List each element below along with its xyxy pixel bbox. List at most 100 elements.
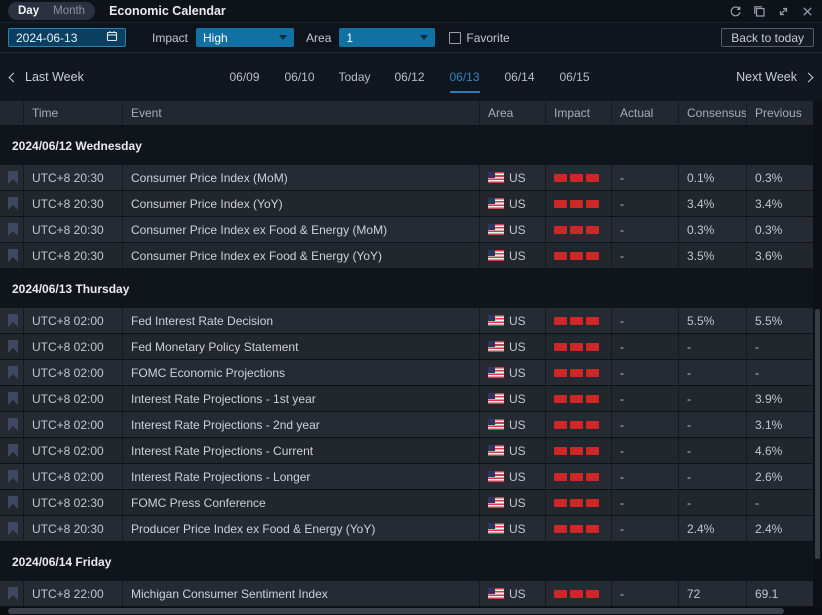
table-row[interactable]: UTC+8 02:30FOMC Press ConferenceUS--- — [0, 490, 813, 516]
bookmark-icon[interactable] — [8, 340, 18, 353]
table-row[interactable]: UTC+8 20:30Producer Price Index ex Food … — [0, 516, 813, 542]
bookmark-icon[interactable] — [8, 587, 18, 600]
impact-bar-icon — [554, 421, 567, 429]
impact-bar-icon — [570, 473, 583, 481]
table-row[interactable]: UTC+8 02:00Fed Interest Rate DecisionUS-… — [0, 308, 813, 334]
row-actual: - — [612, 438, 679, 463]
favorite-checkbox[interactable] — [449, 32, 461, 44]
week-day-06-09[interactable]: 06/09 — [217, 53, 272, 101]
vertical-scrollbar-thumb[interactable] — [815, 309, 820, 559]
week-day-06-15[interactable]: 06/15 — [547, 53, 602, 101]
row-time: UTC+8 20:30 — [24, 191, 123, 216]
header-area: Area — [480, 101, 546, 125]
row-actual: - — [612, 490, 679, 515]
week-day-today[interactable]: Today — [327, 53, 382, 101]
next-week-button[interactable]: Next Week — [736, 70, 812, 84]
row-time: UTC+8 22:00 — [24, 581, 123, 606]
week-day-06-12[interactable]: 06/12 — [382, 53, 437, 101]
bookmark-icon[interactable] — [8, 171, 18, 184]
favorite-label: Favorite — [466, 31, 509, 45]
table-row[interactable]: UTC+8 20:30Consumer Price Index ex Food … — [0, 243, 813, 269]
impact-bar-icon — [570, 200, 583, 208]
impact-select[interactable]: High — [196, 28, 294, 47]
row-time: UTC+8 20:30 — [24, 516, 123, 541]
table-row[interactable]: UTC+8 02:00Fed Monetary Policy Statement… — [0, 334, 813, 360]
tab-day[interactable]: Day — [18, 5, 39, 17]
week-day-06-13[interactable]: 06/13 — [437, 53, 492, 101]
row-consensus: - — [679, 464, 747, 489]
bookmark-icon[interactable] — [8, 366, 18, 379]
row-previous: 2.6% — [747, 464, 813, 489]
week-day-06-14[interactable]: 06/14 — [492, 53, 547, 101]
row-actual: - — [612, 360, 679, 385]
area-value: 1 — [346, 31, 353, 45]
table-row[interactable]: UTC+8 02:00Interest Rate Projections - 2… — [0, 412, 813, 438]
expand-icon[interactable] — [777, 5, 790, 18]
impact-bar-icon — [586, 525, 599, 533]
table-row[interactable]: UTC+8 20:30Consumer Price Index (MoM)US-… — [0, 165, 813, 191]
impact-bar-icon — [570, 174, 583, 182]
bookmark-icon[interactable] — [8, 444, 18, 457]
impact-bar-icon — [586, 395, 599, 403]
close-icon[interactable] — [801, 5, 814, 18]
header-event: Event — [123, 101, 480, 125]
table-header-row: Time Event Area Impact Actual Consensus … — [0, 101, 813, 126]
week-day-06-10[interactable]: 06/10 — [272, 53, 327, 101]
table-row[interactable]: UTC+8 02:00Interest Rate Projections - L… — [0, 464, 813, 490]
row-event: FOMC Press Conference — [123, 490, 480, 515]
impact-bar-icon — [570, 525, 583, 533]
table-row[interactable]: UTC+8 02:00Interest Rate Projections - 1… — [0, 386, 813, 412]
impact-bar-icon — [554, 590, 567, 598]
table-row[interactable]: UTC+8 22:00Michigan Consumer Sentiment I… — [0, 581, 813, 607]
vertical-scrollbar[interactable] — [813, 126, 822, 607]
row-previous: 0.3% — [747, 165, 813, 190]
date-picker[interactable]: 2024-06-13 — [8, 28, 126, 47]
row-area: US — [480, 386, 546, 411]
row-impact — [546, 516, 612, 541]
section-date-header: 2024/06/14 Friday — [0, 542, 813, 581]
back-to-today-button[interactable]: Back to today — [721, 28, 814, 47]
row-actual: - — [612, 217, 679, 242]
row-area: US — [480, 412, 546, 437]
impact-bar-icon — [586, 590, 599, 598]
bookmark-icon[interactable] — [8, 496, 18, 509]
bookmark-icon[interactable] — [8, 418, 18, 431]
last-week-button[interactable]: Last Week — [10, 70, 84, 84]
bookmark-cell — [0, 308, 24, 333]
row-area: US — [480, 243, 546, 268]
impact-bar-icon — [554, 200, 567, 208]
bookmark-icon[interactable] — [8, 314, 18, 327]
bookmark-icon[interactable] — [8, 197, 18, 210]
bookmark-cell — [0, 464, 24, 489]
row-previous: - — [747, 490, 813, 515]
bookmark-icon[interactable] — [8, 249, 18, 262]
last-week-label: Last Week — [25, 70, 84, 84]
us-flag-icon — [488, 497, 504, 508]
horizontal-scrollbar-thumb[interactable] — [8, 608, 784, 614]
header-flag-column — [0, 101, 24, 125]
table-row[interactable]: UTC+8 20:30Consumer Price Index ex Food … — [0, 217, 813, 243]
us-flag-icon — [488, 419, 504, 430]
tab-month[interactable]: Month — [53, 5, 85, 17]
table-row[interactable]: UTC+8 02:00Interest Rate Projections - C… — [0, 438, 813, 464]
table-row[interactable]: UTC+8 20:30Consumer Price Index (YoY)US-… — [0, 191, 813, 217]
table-row[interactable]: UTC+8 02:00FOMC Economic ProjectionsUS--… — [0, 360, 813, 386]
us-flag-icon — [488, 367, 504, 378]
row-consensus: - — [679, 334, 747, 359]
row-consensus: - — [679, 386, 747, 411]
bookmark-icon[interactable] — [8, 522, 18, 535]
row-previous: 3.4% — [747, 191, 813, 216]
bookmark-icon[interactable] — [8, 392, 18, 405]
duplicate-icon[interactable] — [753, 5, 766, 18]
us-flag-icon — [488, 315, 504, 326]
bookmark-icon[interactable] — [8, 223, 18, 236]
bookmark-icon[interactable] — [8, 470, 18, 483]
horizontal-scrollbar[interactable] — [0, 607, 822, 615]
refresh-icon[interactable] — [729, 5, 742, 18]
row-time: UTC+8 02:00 — [24, 412, 123, 437]
row-time: UTC+8 02:00 — [24, 464, 123, 489]
bookmark-cell — [0, 217, 24, 242]
impact-bar-icon — [554, 252, 567, 260]
area-select[interactable]: 1 — [339, 28, 435, 47]
section-date-header: 2024/06/12 Wednesday — [0, 126, 813, 165]
